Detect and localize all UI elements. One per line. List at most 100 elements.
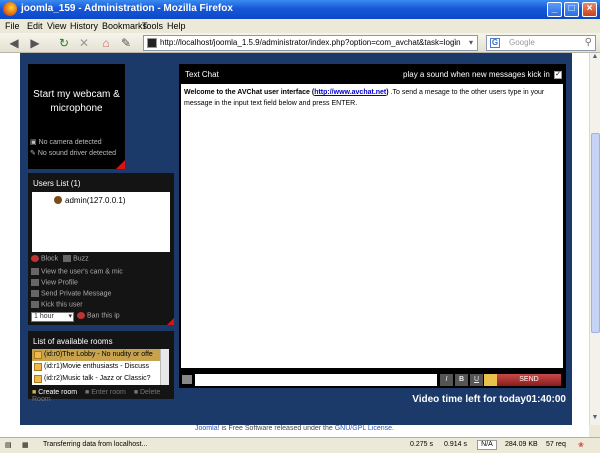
no-camera-status: ▣ No camera detected: [30, 138, 102, 146]
chat-messages-area[interactable]: Welcome to the AVChat user interface (ht…: [181, 84, 563, 368]
google-icon[interactable]: G: [490, 38, 500, 48]
ban-label: Ban this ip: [87, 312, 120, 320]
timer-value: 01:40:00: [525, 394, 566, 405]
rooms-title: List of available rooms: [33, 337, 113, 346]
firefox-icon: [3, 2, 17, 16]
url-text: http://localhost/joomla_1.5.9/administra…: [160, 38, 461, 47]
scroll-up-icon[interactable]: ▲: [590, 53, 600, 64]
microphone-icon: ✎: [30, 150, 36, 157]
block-buzz-row: Block Buzz: [31, 255, 89, 262]
users-list[interactable]: admin(127.0.0.1): [32, 192, 170, 252]
block-button[interactable]: Block: [41, 255, 58, 262]
ban-duration-value: 1 hour: [34, 313, 54, 320]
room-icon: [34, 351, 42, 359]
status-bar: ▤ ▦ Transferring data from localhost... …: [0, 437, 600, 453]
firebug-icon[interactable]: ❀: [578, 441, 584, 449]
buzz-icon: [63, 255, 72, 262]
joomla-link[interactable]: Joomla!: [195, 425, 220, 432]
home-icon[interactable]: ⌂: [98, 35, 114, 51]
menu-bar: File Edit View History Bookmarks Tools H…: [0, 19, 600, 33]
menu-view[interactable]: View: [47, 21, 66, 31]
send-pm-action[interactable]: Send Private Message: [31, 290, 111, 297]
room-icon: [34, 375, 42, 383]
camera-icon: ▣: [30, 139, 37, 146]
window-titlebar: joomla_159 - Administration - Mozilla Fi…: [0, 0, 600, 19]
no-camera-text: No camera detected: [38, 139, 102, 146]
webcam-panel[interactable]: Start my webcam & microphone ▣ No camera…: [28, 64, 125, 169]
menu-help[interactable]: Help: [167, 21, 186, 31]
room-item[interactable]: (id:r0)The Lobby - No nudity or offe: [32, 349, 160, 361]
room-label: (id:r2)Music talk - Jazz or Classic?: [44, 375, 151, 382]
timer-label: Video time left for today: [412, 394, 526, 405]
maximize-button[interactable]: □: [564, 2, 579, 17]
status-time-1: 0.275 s: [410, 441, 433, 448]
minimize-button[interactable]: _: [547, 2, 562, 17]
view-cam-action[interactable]: View the user's cam & mic: [31, 268, 123, 275]
enter-room-button[interactable]: Enter room: [91, 389, 126, 396]
block-icon: [31, 255, 39, 262]
rooms-list[interactable]: (id:r0)The Lobby - No nudity or offe (id…: [32, 349, 169, 385]
italic-button[interactable]: I: [440, 374, 453, 386]
avchat-link[interactable]: http://www.avchat.net: [314, 89, 386, 96]
room-item[interactable]: (id:r1)Movie enthusiasts - Discuss: [32, 361, 160, 373]
color-picker-button[interactable]: [484, 374, 497, 386]
vertical-scrollbar[interactable]: ▲ ▼: [589, 53, 600, 425]
sound-option-label: play a sound when new messages kick in: [403, 70, 550, 79]
buzz-button[interactable]: Buzz: [73, 255, 89, 262]
webcam-start-label[interactable]: Start my webcam & microphone: [28, 88, 125, 116]
close-button[interactable]: ×: [582, 2, 597, 17]
create-room-button[interactable]: Create room: [38, 389, 77, 396]
search-icon[interactable]: ⚲: [585, 36, 592, 50]
navigation-toolbar: ◀ ▶ ↻ ✕ ⌂ ✎ http://localhost/joomla_1.5.…: [0, 33, 600, 53]
send-pm-label: Send Private Message: [41, 290, 112, 298]
url-input[interactable]: http://localhost/joomla_1.5.9/administra…: [143, 35, 478, 51]
back-icon[interactable]: ◀: [4, 35, 24, 51]
user-item-admin[interactable]: admin(127.0.0.1): [65, 196, 125, 205]
webcam-icon: [31, 268, 39, 275]
sound-option[interactable]: play a sound when new messages kick in ✓: [403, 70, 562, 79]
reload-icon[interactable]: ↻: [56, 35, 72, 51]
ban-duration-select[interactable]: 1 hour ▾: [31, 312, 74, 322]
url-dropdown-icon[interactable]: ▾: [469, 36, 473, 50]
page-icon[interactable]: ✎: [118, 35, 134, 51]
menu-bookmarks[interactable]: Bookmarks: [102, 21, 147, 31]
status-requests: 57 req: [546, 441, 566, 448]
kick-action[interactable]: Kick this user: [31, 301, 83, 308]
menu-file[interactable]: File: [5, 21, 20, 31]
message-icon: [31, 290, 39, 297]
delete-room-icon: ■: [133, 389, 139, 396]
license-link[interactable]: GNU/GPL License.: [335, 425, 394, 432]
room-item[interactable]: (id:r2)Music talk - Jazz or Classic?: [32, 373, 160, 385]
menu-edit[interactable]: Edit: [27, 21, 43, 31]
view-profile-action[interactable]: View Profile: [31, 279, 78, 286]
create-room-icon: ■: [32, 389, 37, 396]
bookmark-star-icon[interactable]: ☆: [450, 36, 459, 50]
room-buttons: ■ Create room ■ Enter room ■ Delete Room: [32, 389, 174, 403]
no-sound-text: No sound driver detected: [37, 150, 117, 157]
profile-icon: [31, 279, 39, 286]
room-icon: [34, 363, 42, 371]
message-input[interactable]: [195, 374, 437, 386]
menu-tools[interactable]: Tools: [142, 21, 163, 31]
view-profile-label: View Profile: [41, 279, 78, 287]
no-sound-status: ✎ No sound driver detected: [30, 149, 116, 157]
underline-button[interactable]: U: [470, 374, 483, 386]
scroll-down-icon[interactable]: ▼: [590, 414, 600, 425]
sound-checkbox[interactable]: ✓: [554, 70, 562, 79]
status-size: 284.09 KB: [505, 441, 538, 448]
bold-button[interactable]: B: [455, 374, 468, 386]
rooms-scrollbar[interactable]: [160, 349, 169, 385]
forward-icon[interactable]: ▶: [26, 35, 44, 51]
text-chat-title: Text Chat: [185, 70, 219, 79]
scrollbar-thumb[interactable]: [591, 133, 600, 333]
status-icon: ▤: [5, 442, 12, 449]
webcam-label-line2: microphone: [50, 103, 103, 114]
ban-action[interactable]: Ban this ip: [77, 312, 120, 319]
send-button[interactable]: SEND: [497, 374, 561, 386]
stop-icon[interactable]: ✕: [76, 35, 92, 51]
resize-corner-icon: [116, 160, 125, 169]
menu-history[interactable]: History: [70, 21, 98, 31]
chevron-down-icon: ▾: [68, 313, 72, 320]
video-time-left: Video time left for today01:40:00: [380, 394, 566, 405]
search-input[interactable]: G Google ⚲: [486, 35, 596, 51]
